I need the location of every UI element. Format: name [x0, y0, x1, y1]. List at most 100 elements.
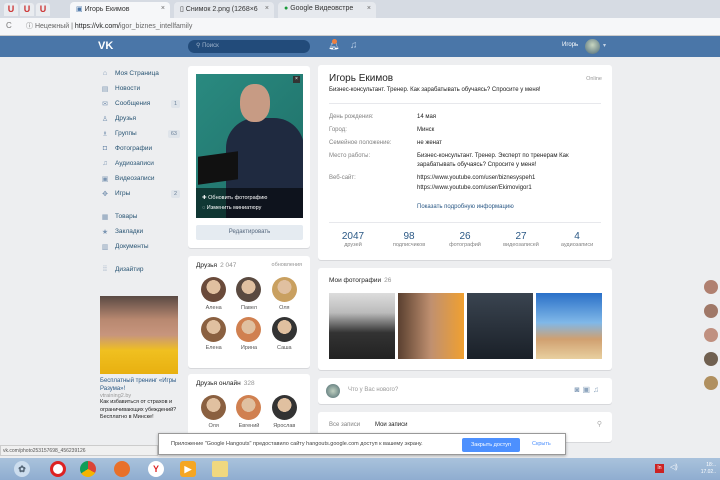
- change-thumbnail-link[interactable]: ◌ Изменить миниатюру: [202, 203, 297, 213]
- chevron-down-icon[interactable]: ▾: [603, 42, 606, 49]
- friend-item[interactable]: Ирина: [231, 317, 266, 351]
- friend-avatar[interactable]: [201, 395, 227, 420]
- friends-online-title[interactable]: Друзья онлайн: [196, 380, 241, 387]
- chat-avatar[interactable]: [704, 280, 718, 294]
- ad-block[interactable]: Бесплатный тренинг «Игры Разума»! vtrain…: [100, 296, 178, 422]
- friend-item[interactable]: Евгений: [231, 395, 266, 429]
- profile-stat[interactable]: 4 аудиозаписи: [550, 231, 604, 248]
- sidebar-item[interactable]: ★ Закладки: [100, 224, 182, 239]
- close-icon[interactable]: ×: [161, 5, 165, 12]
- info-value[interactable]: https://www.youtube.com/user/biznesyspeh…: [417, 174, 602, 183]
- close-icon[interactable]: ×: [265, 5, 269, 12]
- url-input[interactable]: ⓘ Нецежный | https://vk.com/igor_biznes_…: [26, 21, 710, 33]
- friend-avatar[interactable]: [271, 317, 297, 342]
- friend-item[interactable]: Елена: [196, 317, 231, 351]
- music-icon[interactable]: ♫: [593, 385, 602, 394]
- hide-button[interactable]: Скрыть: [532, 441, 551, 447]
- ad-image[interactable]: [100, 296, 178, 374]
- photos-title[interactable]: Мои фотографии: [329, 277, 381, 284]
- photo-thumbnail[interactable]: [467, 293, 533, 359]
- friend-item[interactable]: Оля: [196, 395, 231, 429]
- tab-my-posts[interactable]: Мои записи: [375, 422, 407, 428]
- reload-icon[interactable]: C: [6, 21, 12, 30]
- photo-thumbnail[interactable]: [536, 293, 602, 359]
- pinned-tab[interactable]: U: [4, 3, 18, 16]
- sidebar-item[interactable]: ▣ Видеозаписи: [100, 171, 182, 186]
- volume-icon[interactable]: ◁): [670, 463, 678, 471]
- chat-avatar[interactable]: [704, 352, 718, 366]
- chat-avatar[interactable]: [704, 328, 718, 342]
- friends-updates-link[interactable]: обновления: [272, 262, 302, 269]
- friend-name[interactable]: Оля: [279, 305, 289, 311]
- profile-stat[interactable]: 2047 друзей: [326, 231, 380, 248]
- start-icon[interactable]: ✿: [14, 461, 30, 477]
- pinned-tab[interactable]: U: [20, 3, 34, 16]
- pinned-tab[interactable]: U: [36, 3, 50, 16]
- opera-icon[interactable]: [50, 461, 66, 477]
- friend-name[interactable]: Евгений: [239, 423, 260, 429]
- profile-stat[interactable]: 27 видеозаписей: [494, 231, 548, 248]
- tray-app-icon[interactable]: In: [655, 464, 664, 473]
- friend-item[interactable]: Алена: [196, 277, 231, 311]
- friends-title[interactable]: Друзья: [196, 262, 217, 269]
- vk-logo[interactable]: VK: [98, 40, 113, 52]
- sidebar-item[interactable]: ▤ Новости: [100, 81, 182, 96]
- sidebar-item[interactable]: ♙ Друзья: [100, 111, 182, 126]
- show-more-link[interactable]: Показать подробную информацию: [417, 204, 514, 210]
- friend-name[interactable]: Павел: [241, 305, 257, 311]
- info-value[interactable]: https://www.youtube.com/user/Ekimovigor1: [417, 184, 602, 193]
- search-input[interactable]: ⚲ Поиск: [188, 40, 310, 53]
- sidebar-item[interactable]: ▦ Товары: [100, 209, 182, 224]
- sidebar-item[interactable]: ⌂ Моя Страница: [100, 66, 182, 81]
- friend-item[interactable]: Оля: [267, 277, 302, 311]
- user-name[interactable]: Игорь: [562, 42, 578, 48]
- music-icon[interactable]: ♫: [350, 40, 358, 51]
- profile-photo[interactable]: × ✚ Обновить фотографию ◌ Изменить миниат…: [196, 74, 303, 218]
- tab-all-posts[interactable]: Все записи: [329, 422, 360, 428]
- friend-name[interactable]: Саша: [277, 345, 292, 351]
- user-avatar[interactable]: [585, 39, 600, 54]
- notifications-bell-icon[interactable]: 🔔︎: [328, 39, 339, 51]
- new-post-box[interactable]: Что у Вас нового? ◙▣♫: [318, 378, 612, 404]
- browser-tab[interactable]: ▯ Снимок 2.png (1268×6 ×: [174, 2, 274, 18]
- friend-item[interactable]: Саша: [267, 317, 302, 351]
- friend-avatar[interactable]: [236, 277, 262, 302]
- close-icon[interactable]: ×: [367, 5, 371, 12]
- sidebar-item[interactable]: ♗ Группы 63: [100, 126, 182, 141]
- browser-tab[interactable]: ● Google Видеовстре ×: [278, 2, 376, 18]
- clock[interactable]: 18:.. 17.02..: [701, 462, 716, 476]
- media-player-icon[interactable]: ▶: [180, 461, 196, 477]
- profile-stat[interactable]: 98 подписчиков: [382, 231, 436, 248]
- friend-avatar[interactable]: [201, 317, 227, 342]
- update-photo-link[interactable]: ✚ Обновить фотографию: [202, 193, 297, 203]
- profile-stat[interactable]: 26 фотографий: [438, 231, 492, 248]
- chrome-icon[interactable]: [80, 461, 96, 477]
- edit-profile-button[interactable]: Редактировать: [196, 225, 303, 240]
- friend-avatar[interactable]: [271, 277, 297, 302]
- yandex-browser-icon[interactable]: Y: [148, 461, 164, 477]
- sidebar-item[interactable]: ♫ Аудиозаписи: [100, 156, 182, 171]
- friend-avatar[interactable]: [236, 317, 262, 342]
- friend-name[interactable]: Алена: [206, 305, 222, 311]
- close-icon[interactable]: ×: [293, 76, 300, 83]
- post-input[interactable]: Что у Вас нового?: [348, 387, 398, 393]
- firefox-icon[interactable]: [114, 461, 130, 477]
- friend-avatar[interactable]: [236, 395, 262, 420]
- sidebar-item[interactable]: ✉ Сообщения 1: [100, 96, 182, 111]
- friend-avatar[interactable]: [271, 395, 297, 420]
- profile-status[interactable]: Бизнес-консультант. Тренер. Как зарабаты…: [329, 87, 541, 93]
- stop-sharing-button[interactable]: Закрыть доступ: [462, 438, 520, 452]
- friend-name[interactable]: Елена: [206, 345, 222, 351]
- folder-icon[interactable]: [212, 461, 228, 477]
- friend-avatar[interactable]: [201, 277, 227, 302]
- chat-avatar[interactable]: [704, 304, 718, 318]
- friend-name[interactable]: Ирина: [241, 345, 257, 351]
- sidebar-item[interactable]: ◘ Фотографии: [100, 141, 182, 156]
- browser-tab[interactable]: ▣ Игорь Екимов ×: [70, 2, 170, 18]
- photo-thumbnail[interactable]: [398, 293, 464, 359]
- friend-item[interactable]: Ярослав: [267, 395, 302, 429]
- photo-thumbnail[interactable]: [329, 293, 395, 359]
- friend-name[interactable]: Оля: [208, 423, 218, 429]
- video-icon[interactable]: ▣: [582, 385, 593, 394]
- chat-avatar[interactable]: [704, 376, 718, 390]
